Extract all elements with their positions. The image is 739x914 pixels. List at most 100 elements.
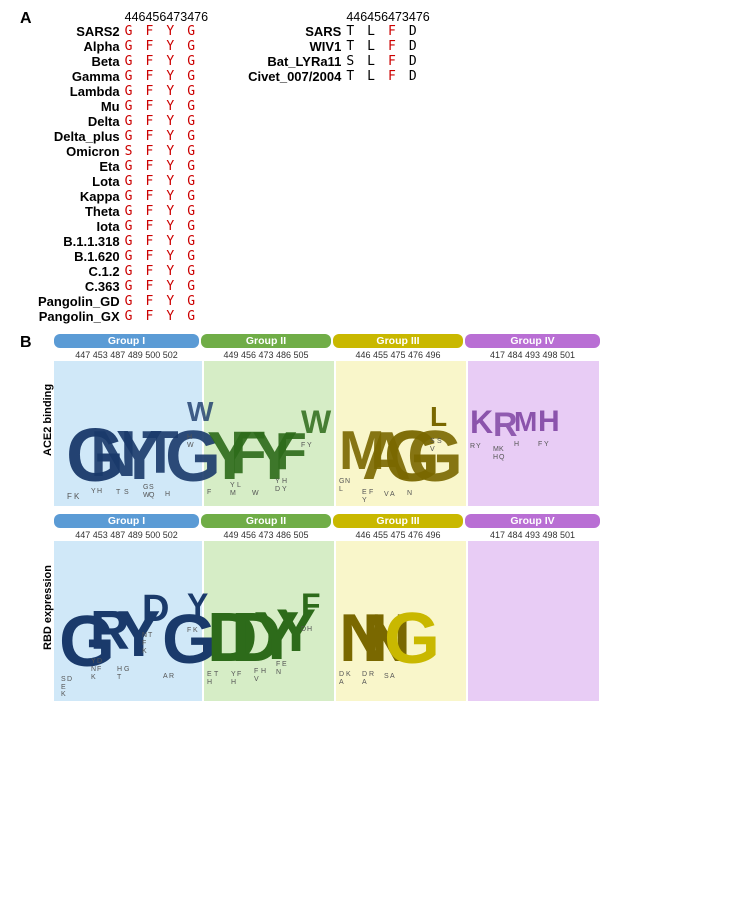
group-III-pill-ace2: Group III [333,334,463,348]
svg-text:R: R [169,673,174,680]
svg-text:A: A [362,679,367,686]
svg-text:S: S [430,438,435,445]
svg-text:N: N [276,669,281,676]
svg-text:W: W [252,490,259,497]
svg-text:R: R [369,671,374,678]
svg-text:Y: Y [275,478,280,485]
svg-text:W: W [301,404,332,440]
svg-text:F: F [142,640,146,647]
svg-text:Y: Y [362,497,367,504]
svg-text:K: K [61,691,66,698]
svg-text:Q: Q [149,492,155,499]
group-I-pos-rbd: 447 453 487 489 500 502 [54,530,199,540]
group-IV-pos-ace2: 417 484 493 498 501 [465,350,600,360]
group-III-pill-rbd: Group III [333,514,463,528]
svg-text:E: E [61,684,66,691]
svg-text:K: K [193,627,198,634]
svg-text:H: H [538,405,560,438]
svg-text:Y: Y [307,442,312,449]
svg-text:H: H [231,679,236,686]
svg-text:S: S [384,673,389,680]
svg-text:A K: A K G S D A S D A V K [390,673,395,680]
svg-text:H: H [165,491,170,498]
svg-text:S: S [149,484,154,491]
svg-text:H: H [117,666,122,673]
svg-text:E: E [207,671,212,678]
svg-text:S: S [437,438,442,445]
svg-text:H: H [261,668,266,675]
col-header-476: 476 [187,10,208,24]
svg-text:G: G [124,666,129,673]
svg-text:Y: Y [230,482,235,489]
svg-text:Y: Y [282,486,287,493]
ace2-binding-row: ACE2 binding Group I Group II Group III … [38,334,719,506]
group-II-pos-rbd: 449 456 473 486 505 [201,530,331,540]
rbd-ylabel: RBD expression [38,514,54,701]
svg-text:D: D [67,676,72,683]
svg-text:L: L [339,486,343,493]
svg-text:V: V [254,676,259,683]
svg-text:D: D [97,658,102,665]
svg-text:A: A [339,679,344,686]
svg-text:V: V [430,446,435,453]
svg-text:Y F: Y F Y W T [544,441,549,448]
svg-text:F: F [207,489,211,496]
svg-text:F: F [301,587,321,623]
group-I-pill-rbd: Group I [54,514,199,528]
group-IV-pill-ace2: Group IV [465,334,600,348]
panel-a-label: A [20,10,32,28]
svg-text:F: F [301,442,305,449]
svg-text:H: H [97,488,102,495]
svg-text:E: E [362,489,367,496]
svg-text:G: G [339,478,344,485]
svg-text:H: H [307,626,312,633]
svg-text:H: H [187,434,192,441]
svg-text:Y: Y [91,658,96,665]
svg-text:T: T [117,674,122,681]
svg-text:K: K [346,671,351,678]
ace2-logo-container: Group I Group II Group III Group IV 447 … [54,334,719,506]
svg-text:Y: Y [187,587,208,623]
col-header-473: 473 [166,10,187,24]
group-IV-pill-rbd: Group IV [465,514,600,528]
svg-text:F: F [67,492,72,501]
svg-text:H: H [514,441,519,448]
svg-text:K: K [142,648,147,655]
svg-text:E: E [282,661,287,668]
svg-text:Y: Y [476,443,481,450]
group-IV-pos-rbd: 417 484 493 498 501 [465,530,600,540]
group-II-pos-ace2: 449 456 473 486 505 [201,350,331,360]
svg-text:N: N [345,478,350,485]
panel-b-label: B [20,334,32,352]
svg-text:W: W [187,442,194,449]
main-container: A 446 456 473 476 SARS2GFYG AlphaGFYG Be… [0,0,739,711]
rbd-logo-container: Group I Group II Group III Group IV 447 … [54,514,719,701]
svg-text:F: F [187,627,191,634]
svg-text:F: F [538,441,542,448]
ace2-logo-svg: G F K N Y H Y T S T G [54,361,599,506]
svg-text:K: K [74,492,80,501]
svg-text:T: T [116,489,121,496]
svg-text:Y: Y [231,671,236,678]
group-II-pill-ace2: Group II [201,334,331,348]
svg-text:A: A [390,491,395,498]
svg-text:N: N [142,632,147,639]
svg-text:H: H [493,454,498,461]
svg-text:G: G [384,599,440,679]
svg-text:N: N [407,490,412,497]
svg-text:F: F [369,489,373,496]
svg-text:T: T [148,632,153,639]
alignment-left: 446 456 473 476 SARS2GFYG AlphaGFYG Beta… [38,10,208,324]
svg-text:G: G [143,484,148,491]
svg-text:R: R [470,443,475,450]
group-I-pos-ace2: 447 453 487 489 500 502 [54,350,199,360]
svg-text:K: K [499,446,504,453]
svg-text:F: F [237,671,241,678]
col-header-446: 446 [125,10,146,24]
svg-text:L: L [430,401,447,432]
svg-text:D: D [362,671,367,678]
svg-text:V: V [384,491,389,498]
svg-text:S: S [61,676,66,683]
svg-text:A: A [163,673,168,680]
svg-text:D: D [301,626,306,633]
